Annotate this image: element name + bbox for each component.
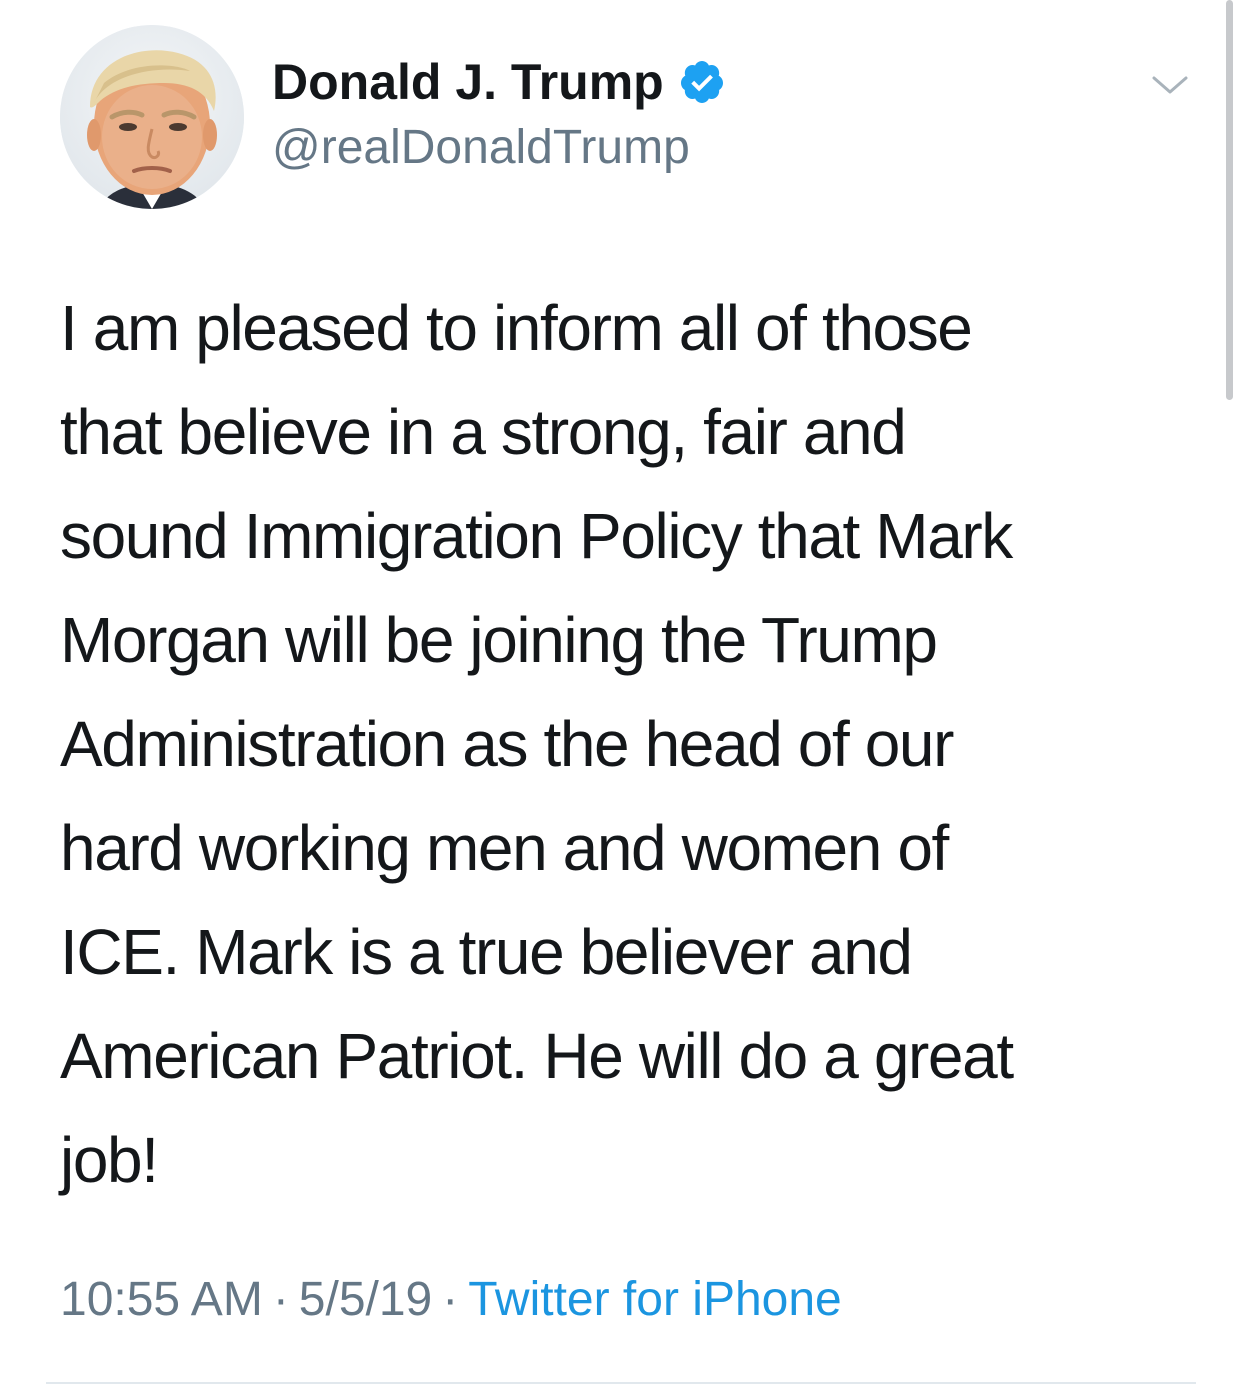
avatar-image [60, 25, 244, 209]
tweet-text-line: I am pleased to inform all of those [60, 292, 973, 364]
tweet-card[interactable]: Donald J. Trump @realDonaldTrump I am pl… [0, 0, 1242, 1395]
tweet-text-line: American Patriot. He will do a great [60, 1020, 1014, 1092]
meta-separator: · [442, 1273, 459, 1326]
scrollbar[interactable] [1226, 0, 1233, 400]
chevron-down-icon[interactable] [1150, 70, 1190, 100]
author-name-row[interactable]: Donald J. Trump [272, 52, 726, 112]
user-handle[interactable]: @realDonaldTrump [272, 120, 690, 175]
tweet-time[interactable]: 10:55 AM [60, 1273, 263, 1326]
tweet-text-line: ICE. Mark is a true believer and [60, 916, 913, 988]
tweet-text-line: hard working men and women of [60, 812, 949, 884]
tweet-text-line: job! [60, 1124, 159, 1196]
tweet-meta: 10:55 AM · 5/5/19 · Twitter for iPhone [60, 1272, 842, 1327]
verified-badge-icon [678, 58, 726, 106]
display-name[interactable]: Donald J. Trump [272, 53, 664, 111]
tweet-source-link[interactable]: Twitter for iPhone [468, 1273, 842, 1326]
meta-separator: · [272, 1273, 289, 1326]
tweet-date[interactable]: 5/5/19 [299, 1273, 432, 1326]
tweet-text-line: Administration as the head of our [60, 708, 954, 780]
divider [46, 1382, 1196, 1384]
tweet-text-line: that believe in a strong, fair and [60, 396, 907, 468]
tweet-text-line: sound Immigration Policy that Mark [60, 500, 1013, 572]
avatar[interactable] [60, 25, 244, 209]
tweet-text-line: Morgan will be joining the Trump [60, 604, 938, 676]
tweet-text: I am pleased to inform all of those that… [60, 276, 1180, 1212]
